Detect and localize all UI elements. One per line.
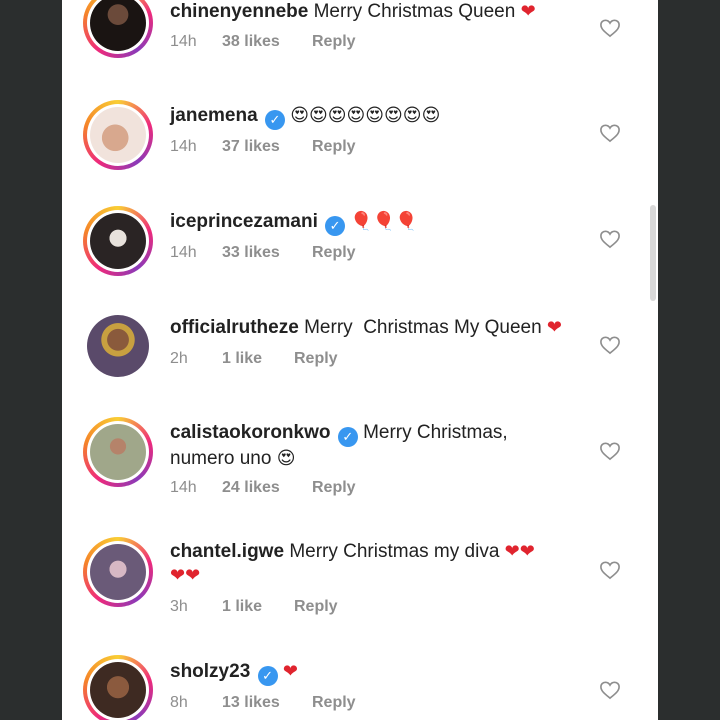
comment-username[interactable]: chinenyennebe [170, 1, 308, 22]
heart-outline-icon[interactable] [599, 560, 621, 580]
heart-emoji: ❤ [520, 1, 536, 22]
comment-time: 14h [170, 138, 197, 155]
comment-likes[interactable]: 1 like [222, 350, 294, 368]
comment-time: 8h [170, 694, 188, 711]
avatar[interactable] [83, 206, 153, 276]
comment-text: calistaokoronkwo ✓ Merry Christmas, nume… [170, 421, 590, 471]
verified-badge-icon: ✓ [264, 110, 285, 130]
heart-emoji: ❤ [282, 661, 298, 682]
comment-text: sholzy23 ✓ ❤ [170, 660, 590, 686]
comments-panel: chinenyennebe Merry Christmas Queen ❤ 14… [62, 0, 658, 720]
comment-time: 14h [170, 479, 197, 496]
comment-text: janemena ✓ 😍😍😍😍😍😍😍😍 [170, 104, 590, 130]
heart-eyes-emoji: 😍 [276, 448, 296, 469]
comment-message: Merry Christmas my diva [289, 541, 500, 562]
reply-button[interactable]: Reply [312, 33, 356, 50]
reply-button[interactable]: Reply [312, 138, 356, 155]
comment-text: chantel.igwe Merry Christmas my diva ❤❤ … [170, 540, 590, 588]
heart-outline-icon[interactable] [599, 680, 621, 700]
comment-username[interactable]: janemena [170, 105, 258, 126]
comment-username[interactable]: officialrutheze [170, 317, 299, 338]
avatar[interactable] [83, 100, 153, 170]
heart-emoji: ❤❤ [504, 541, 535, 562]
comment-likes[interactable]: 24 likes [222, 479, 312, 497]
comment-time: 3h [170, 598, 188, 615]
comment-message: Merry Christmas Queen [313, 1, 516, 22]
verified-badge-icon: ✓ [337, 427, 358, 447]
avatar[interactable] [83, 655, 153, 720]
avatar[interactable] [83, 0, 153, 58]
heart-eyes-emoji: 😍😍😍😍😍😍😍😍 [290, 105, 441, 126]
verified-badge-icon: ✓ [257, 666, 278, 686]
avatar[interactable] [83, 537, 153, 607]
verified-badge-icon: ✓ [325, 216, 346, 236]
comment-message-line2: numero uno [170, 448, 272, 469]
reply-button[interactable]: Reply [312, 694, 356, 711]
reply-button[interactable]: Reply [312, 244, 356, 261]
reply-button[interactable]: Reply [294, 598, 338, 615]
comment-username[interactable]: chantel.igwe [170, 541, 284, 562]
heart-emoji-line2: ❤❤ [170, 565, 201, 586]
scrollbar[interactable] [650, 205, 656, 301]
reply-button[interactable]: Reply [294, 350, 338, 367]
comment-text: officialrutheze Merry Christmas My Queen… [170, 316, 590, 340]
heart-outline-icon[interactable] [599, 18, 621, 38]
comment-likes[interactable]: 1 like [222, 598, 294, 616]
heart-outline-icon[interactable] [599, 335, 621, 355]
heart-outline-icon[interactable] [599, 229, 621, 249]
comment-likes[interactable]: 38 likes [222, 33, 312, 51]
comment-likes[interactable]: 33 likes [222, 244, 312, 262]
comment-username[interactable]: sholzy23 [170, 661, 250, 682]
comment-message: Merry Christmas My Queen [304, 317, 542, 338]
comment-time: 14h [170, 33, 197, 50]
comment-text: chinenyennebe Merry Christmas Queen ❤ [170, 0, 590, 24]
reply-button[interactable]: Reply [312, 479, 356, 496]
balloon-emoji: 🎈🎈🎈 [350, 211, 418, 232]
comment-time: 2h [170, 350, 188, 367]
heart-emoji: ❤ [546, 317, 563, 338]
heart-outline-icon[interactable] [599, 441, 621, 461]
comment-message: Merry Christmas, [363, 422, 508, 443]
comment-time: 14h [170, 244, 197, 261]
comment-likes[interactable]: 13 likes [222, 694, 312, 712]
comment-username[interactable]: iceprincezamani [170, 211, 318, 232]
heart-outline-icon[interactable] [599, 123, 621, 143]
comment-username[interactable]: calistaokoronkwo [170, 422, 331, 443]
comment-likes[interactable]: 37 likes [222, 138, 312, 156]
comment-text: iceprincezamani ✓ 🎈🎈🎈 [170, 210, 590, 236]
avatar[interactable] [83, 417, 153, 487]
avatar[interactable] [83, 311, 153, 381]
